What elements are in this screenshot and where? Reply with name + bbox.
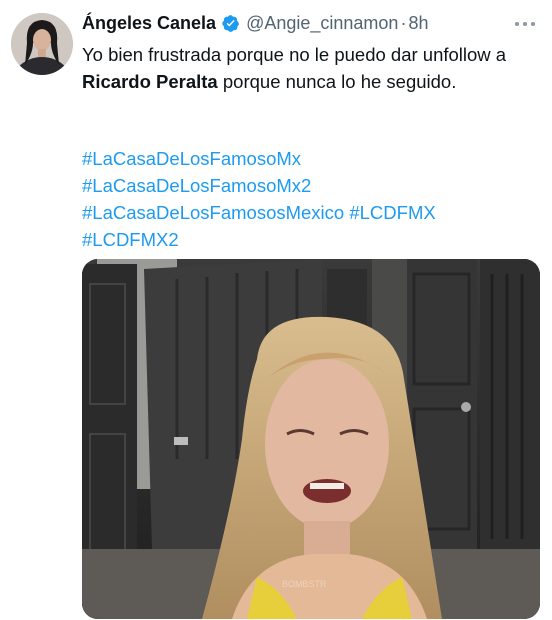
hashtag-link[interactable]: #LaCasaDeLosFamosoMx2 xyxy=(82,175,311,196)
timestamp[interactable]: 8h xyxy=(408,13,428,34)
hashtag-link[interactable]: #LaCasaDeLosFamosoMx xyxy=(82,148,301,169)
media-image: BOMBSTR xyxy=(82,259,540,619)
tweet-text-start: Yo bien frustrada porque no le puedo dar… xyxy=(82,44,507,65)
tweet-text-end: porque nunca lo he seguido. xyxy=(217,71,457,92)
hashtag-link[interactable]: #LCDFMX xyxy=(349,202,435,223)
tweet-header: Ángeles Canela @Angie_cinnamon · 8h xyxy=(82,10,538,36)
tweet-media[interactable]: BOMBSTR xyxy=(82,259,540,619)
media-watermark: BOMBSTR xyxy=(282,579,327,589)
hashtag-link[interactable]: #LaCasaDeLosFamososMexico xyxy=(82,202,344,223)
more-horizontal-icon[interactable] xyxy=(514,16,536,27)
avatar-image xyxy=(11,13,73,75)
display-name[interactable]: Ángeles Canela xyxy=(82,13,216,34)
mentioned-name: Ricardo Peralta xyxy=(82,71,218,92)
avatar[interactable] xyxy=(11,13,73,75)
user-handle[interactable]: @Angie_cinnamon xyxy=(246,13,398,34)
hashtag-block: #LaCasaDeLosFamosoMx #LaCasaDeLosFamosoM… xyxy=(82,145,537,253)
tweet-text: Yo bien frustrada porque no le puedo dar… xyxy=(82,41,537,95)
verified-badge-icon xyxy=(221,14,240,33)
hashtag-link[interactable]: #LCDFMX2 xyxy=(82,229,179,250)
separator-dot: · xyxy=(400,12,407,33)
